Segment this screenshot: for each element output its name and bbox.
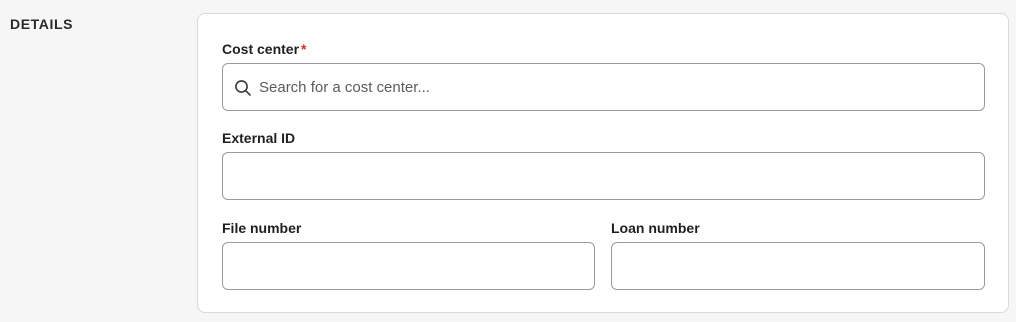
loan-number-input[interactable] — [612, 243, 984, 289]
required-indicator: * — [301, 41, 307, 57]
loan-number-field[interactable] — [611, 242, 985, 290]
search-icon — [235, 80, 251, 96]
cost-center-label-text: Cost center — [222, 41, 300, 57]
external-id-label: External ID — [222, 130, 296, 146]
details-page: DETAILS Cost center* External ID File nu… — [0, 0, 1016, 322]
cost-center-label: Cost center * — [222, 41, 306, 57]
external-id-input[interactable] — [223, 153, 984, 199]
file-number-label: File number — [222, 220, 302, 236]
cost-center-search-field[interactable] — [222, 63, 985, 111]
details-card: Cost center* External ID File number Loa… — [197, 13, 1009, 313]
section-title: DETAILS — [10, 16, 74, 32]
cost-center-input[interactable] — [223, 64, 984, 110]
loan-number-label: Loan number — [611, 220, 700, 236]
file-number-input[interactable] — [223, 243, 594, 289]
file-number-field[interactable] — [222, 242, 595, 290]
external-id-field[interactable] — [222, 152, 985, 200]
